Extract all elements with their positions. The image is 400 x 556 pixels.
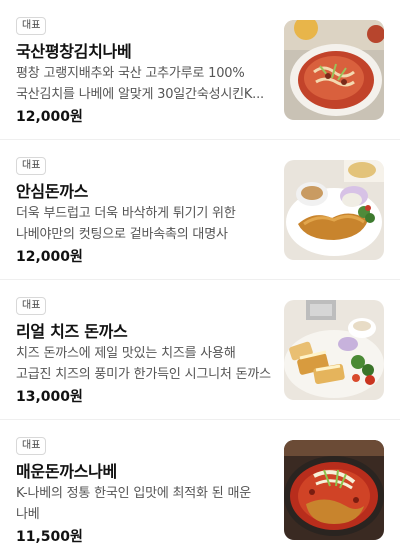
menu-item-name: 매운돈까스나베 <box>16 462 117 481</box>
menu-item-photo[interactable] <box>284 20 384 120</box>
menu-item-description: K-나베의 정통 한국인 입맛에 최적화 된 매운 나베 <box>16 486 251 522</box>
menu-item-price: 12,000원 <box>16 249 83 265</box>
menu-item-photo[interactable] <box>284 440 384 540</box>
signature-badge: 대표 <box>16 17 47 35</box>
menu-item[interactable]: 대표 매운돈까스나베 K-나베의 정통 한국인 입맛에 최적화 된 매운 나베 … <box>0 420 400 556</box>
menu-item-price: 11,500원 <box>16 529 83 545</box>
signature-badge: 대표 <box>16 157 47 175</box>
menu-item[interactable]: 대표 리얼 치즈 돈까스 치즈 돈까스에 제일 맛있는 치즈를 사용해 고급진 … <box>0 280 400 420</box>
menu-item-name: 리얼 치즈 돈까스 <box>16 322 128 341</box>
menu-item-price: 13,000원 <box>16 389 83 405</box>
menu-list: 대표 국산평창김치나베 평창 고랭지배추와 국산 고추가루로 100% 국산김치… <box>0 0 400 556</box>
menu-item-photo[interactable] <box>284 300 384 400</box>
menu-item-name: 안심돈까스 <box>16 182 89 201</box>
menu-item-name: 국산평창김치나베 <box>16 42 132 61</box>
menu-item[interactable]: 대표 안심돈까스 더욱 부드럽고 더욱 바삭하게 튀기기 위한 나베야만의 컷팅… <box>0 140 400 280</box>
menu-item-description: 평창 고랭지배추와 국산 고추가루로 100% 국산김치를 나베에 알맞게 30… <box>16 66 264 102</box>
menu-item-description: 더욱 부드럽고 더욱 바삭하게 튀기기 위한 나베야만의 컷팅으로 겉바속촉의 … <box>16 206 236 242</box>
menu-item-description: 치즈 돈까스에 제일 맛있는 치즈를 사용해 고급진 치즈의 풍미가 한가득인 … <box>16 346 271 382</box>
menu-item[interactable]: 대표 국산평창김치나베 평창 고랭지배추와 국산 고추가루로 100% 국산김치… <box>0 0 400 140</box>
signature-badge: 대표 <box>16 437 47 455</box>
menu-item-photo[interactable] <box>284 160 384 260</box>
signature-badge: 대표 <box>16 297 47 315</box>
menu-item-price: 12,000원 <box>16 109 83 125</box>
